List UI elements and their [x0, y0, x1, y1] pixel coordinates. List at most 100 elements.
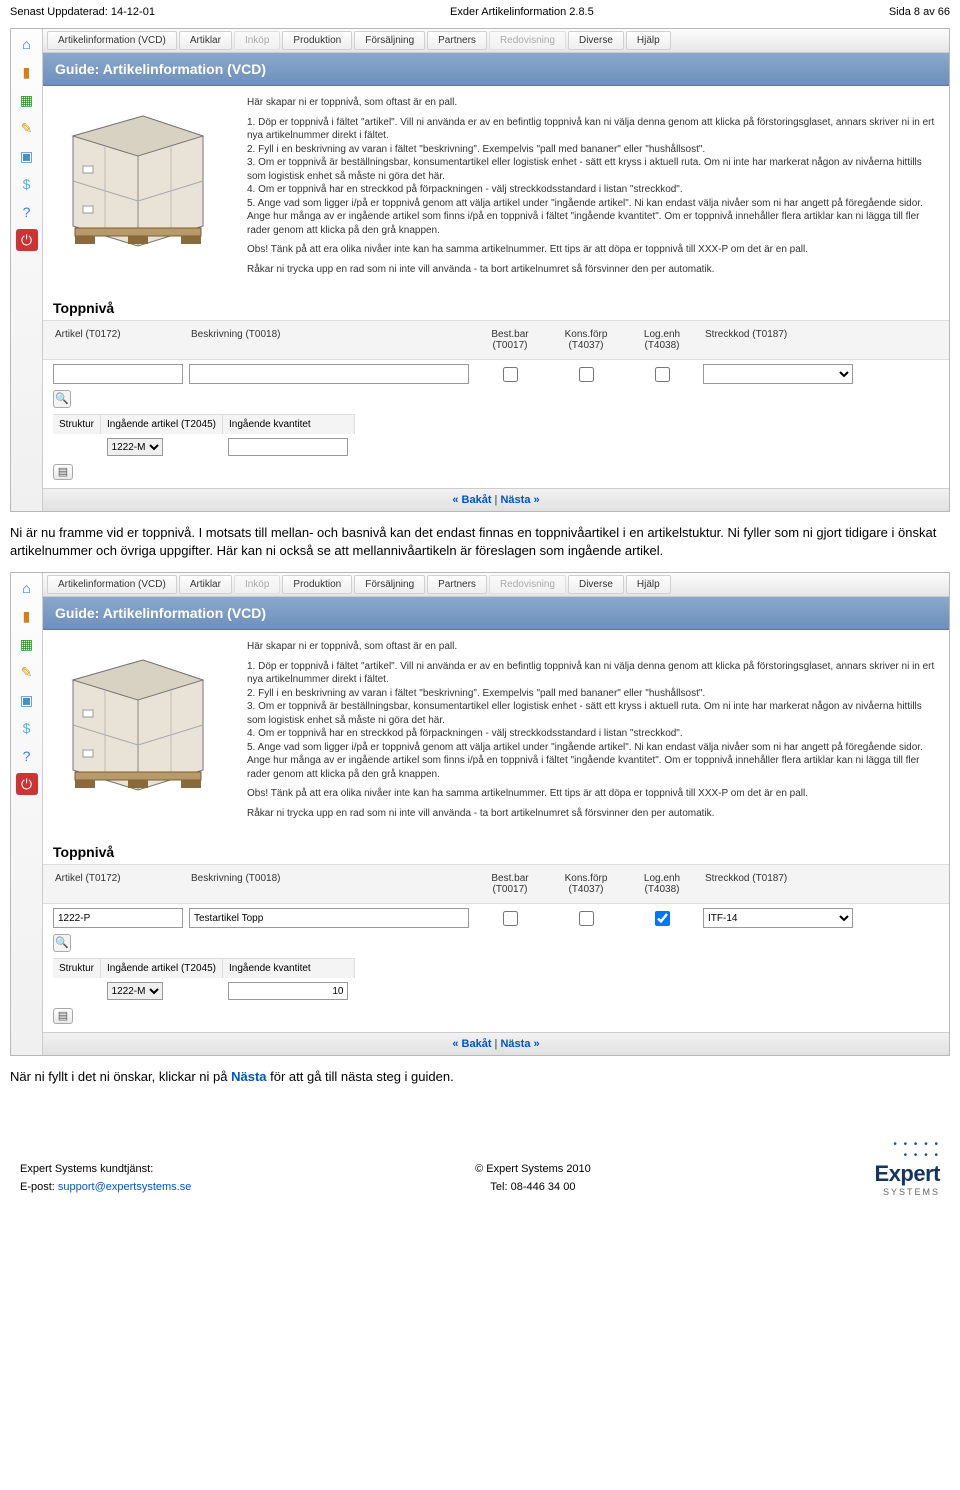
lbl-ingart: Ingående artikel (T2045) — [101, 415, 223, 435]
lbl-best: Best.bar (T0017) — [475, 325, 545, 355]
log-checkbox[interactable] — [655, 911, 670, 926]
menu-diverse[interactable]: Diverse — [568, 31, 624, 50]
body-para-2: När ni fyllt i det ni önskar, klickar ni… — [10, 1068, 950, 1086]
menu-artiklar[interactable]: Artiklar — [179, 31, 232, 50]
menu-artikelinfo[interactable]: Artikelinformation (VCD) — [47, 31, 177, 50]
guide-steps: 1. Döp er toppnivå i fältet "artikel". V… — [247, 116, 939, 238]
power-icon[interactable]: ⏻ — [16, 229, 38, 251]
artikel-input[interactable] — [53, 364, 183, 384]
guide-tail: Råkar ni trycka upp en rad som ni inte v… — [247, 263, 939, 277]
menu-inkop: Inköp — [234, 575, 280, 594]
guide-obs: Obs! Tänk på att era olika nivåer inte k… — [247, 787, 939, 801]
menu-hjalp[interactable]: Hjälp — [626, 31, 671, 50]
lbl-beskrivning: Beskrivning (T0018) — [189, 325, 469, 344]
chart-icon[interactable]: ▮ — [16, 61, 38, 83]
footer-copyright: © Expert Systems 2010 — [475, 1161, 591, 1179]
menu-forsaljning[interactable]: Försäljning — [354, 575, 425, 594]
beskrivning-input[interactable] — [189, 908, 469, 928]
ingkv-input[interactable] — [228, 982, 348, 1000]
note-icon[interactable]: ✎ — [16, 117, 38, 139]
dollar-icon[interactable]: $ — [16, 717, 38, 739]
note-icon[interactable]: ✎ — [16, 661, 38, 683]
search-icon[interactable]: 🔍 — [53, 934, 71, 952]
ingkv-input[interactable] — [228, 438, 348, 456]
power-icon[interactable]: ⏻ — [16, 773, 38, 795]
app-screenshot-1: ⌂ ▮ ▦ ✎ ▣ $ ? ⏻ Artikelinformation (VCD)… — [10, 28, 950, 512]
menu-diverse[interactable]: Diverse — [568, 575, 624, 594]
kons-checkbox[interactable] — [579, 367, 594, 382]
add-row-icon[interactable]: ▤ — [53, 1008, 73, 1024]
sidebar: ⌂ ▮ ▦ ✎ ▣ $ ? ⏻ — [11, 29, 43, 511]
help-icon[interactable]: ? — [16, 201, 38, 223]
menu-hjalp[interactable]: Hjälp — [626, 575, 671, 594]
guide-instructions: Här skapar ni er toppnivå, som oftast är… — [247, 96, 939, 282]
body-para-1: Ni är nu framme vid er toppnivå. I motsa… — [10, 524, 950, 560]
lbl-log: Log.enh (T4038) — [627, 325, 697, 355]
lbl-kons: Kons.förp (T4037) — [551, 869, 621, 899]
back-link[interactable]: « Bakåt — [452, 1038, 491, 1050]
best-checkbox[interactable] — [503, 911, 518, 926]
field-header-row: Artikel (T0172) Beskrivning (T0018) Best… — [43, 320, 949, 359]
footer-tel: Tel: 08-446 34 00 — [475, 1179, 591, 1197]
lbl-ingkv: Ingående kvantitet — [222, 415, 354, 435]
footer-logo: • • • • •• • • • Expert SYSTEMS — [875, 1139, 940, 1197]
help-icon[interactable]: ? — [16, 745, 38, 767]
next-link[interactable]: Nästa » — [500, 1038, 539, 1050]
menu-redovisning: Redovisning — [489, 575, 566, 594]
menu-inkop: Inköp — [234, 31, 280, 50]
truck-icon[interactable]: ▣ — [16, 689, 38, 711]
nasta-inline-link[interactable]: Nästa — [231, 1069, 266, 1084]
guide-obs: Obs! Tänk på att era olika nivåer inte k… — [247, 243, 939, 257]
pallet-illustration — [53, 96, 233, 282]
back-link[interactable]: « Bakåt — [452, 494, 491, 506]
footer-email-link[interactable]: support@expertsystems.se — [58, 1181, 191, 1193]
structure-table: Struktur Ingående artikel (T2045) Ingåen… — [53, 414, 355, 460]
lbl-streck: Streckkod (T0187) — [703, 325, 853, 344]
add-row-icon[interactable]: ▤ — [53, 464, 73, 480]
log-checkbox[interactable] — [655, 367, 670, 382]
meta-updated: Senast Uppdaterad: 14-12-01 — [10, 6, 155, 18]
menu-partners[interactable]: Partners — [427, 575, 487, 594]
chart-icon[interactable]: ▮ — [16, 605, 38, 627]
section-toppniva: Toppnivå — [43, 836, 949, 864]
page-footer: Expert Systems kundtjänst: E-post: suppo… — [10, 1099, 950, 1207]
ingart-select[interactable]: 1222-M — [107, 982, 163, 1000]
lbl-ingkv: Ingående kvantitet — [222, 959, 354, 979]
field-input-row — [43, 359, 949, 388]
spreadsheet-icon[interactable]: ▦ — [16, 89, 38, 111]
doc-meta: Senast Uppdaterad: 14-12-01 Exder Artike… — [10, 0, 950, 28]
lbl-streck: Streckkod (T0187) — [703, 869, 853, 888]
menubar: Artikelinformation (VCD) Artiklar Inköp … — [43, 29, 949, 53]
menu-artikelinfo[interactable]: Artikelinformation (VCD) — [47, 575, 177, 594]
menu-artiklar[interactable]: Artiklar — [179, 575, 232, 594]
footer-kundtjanst: Expert Systems kundtjänst: — [20, 1161, 191, 1179]
streck-select[interactable]: ITF-14 — [703, 908, 853, 928]
streck-select[interactable] — [703, 364, 853, 384]
meta-title: Exder Artikelinformation 2.8.5 — [450, 6, 594, 18]
menu-forsaljning[interactable]: Försäljning — [354, 31, 425, 50]
menu-partners[interactable]: Partners — [427, 31, 487, 50]
guide-intro: Här skapar ni er toppnivå, som oftast är… — [247, 640, 939, 654]
best-checkbox[interactable] — [503, 367, 518, 382]
artikel-input[interactable] — [53, 908, 183, 928]
lbl-beskrivning: Beskrivning (T0018) — [189, 869, 469, 888]
lbl-kons: Kons.förp (T4037) — [551, 325, 621, 355]
menu-produktion[interactable]: Produktion — [282, 31, 352, 50]
dollar-icon[interactable]: $ — [16, 173, 38, 195]
lbl-ingart: Ingående artikel (T2045) — [101, 959, 223, 979]
section-toppniva: Toppnivå — [43, 292, 949, 320]
next-link[interactable]: Nästa » — [500, 494, 539, 506]
search-icon[interactable]: 🔍 — [53, 390, 71, 408]
kons-checkbox[interactable] — [579, 911, 594, 926]
beskrivning-input[interactable] — [189, 364, 469, 384]
menu-produktion[interactable]: Produktion — [282, 575, 352, 594]
truck-icon[interactable]: ▣ — [16, 145, 38, 167]
menu-redovisning: Redovisning — [489, 31, 566, 50]
home-icon[interactable]: ⌂ — [16, 33, 38, 55]
sidebar: ⌂ ▮ ▦ ✎ ▣ $ ? ⏻ — [11, 573, 43, 1055]
ingart-select[interactable]: 1222-M — [107, 438, 163, 456]
app-screenshot-2: ⌂ ▮ ▦ ✎ ▣ $ ? ⏻ Artikelinformation (VCD)… — [10, 572, 950, 1056]
wizard-nav: « Bakåt | Nästa » — [43, 488, 949, 511]
home-icon[interactable]: ⌂ — [16, 577, 38, 599]
spreadsheet-icon[interactable]: ▦ — [16, 633, 38, 655]
